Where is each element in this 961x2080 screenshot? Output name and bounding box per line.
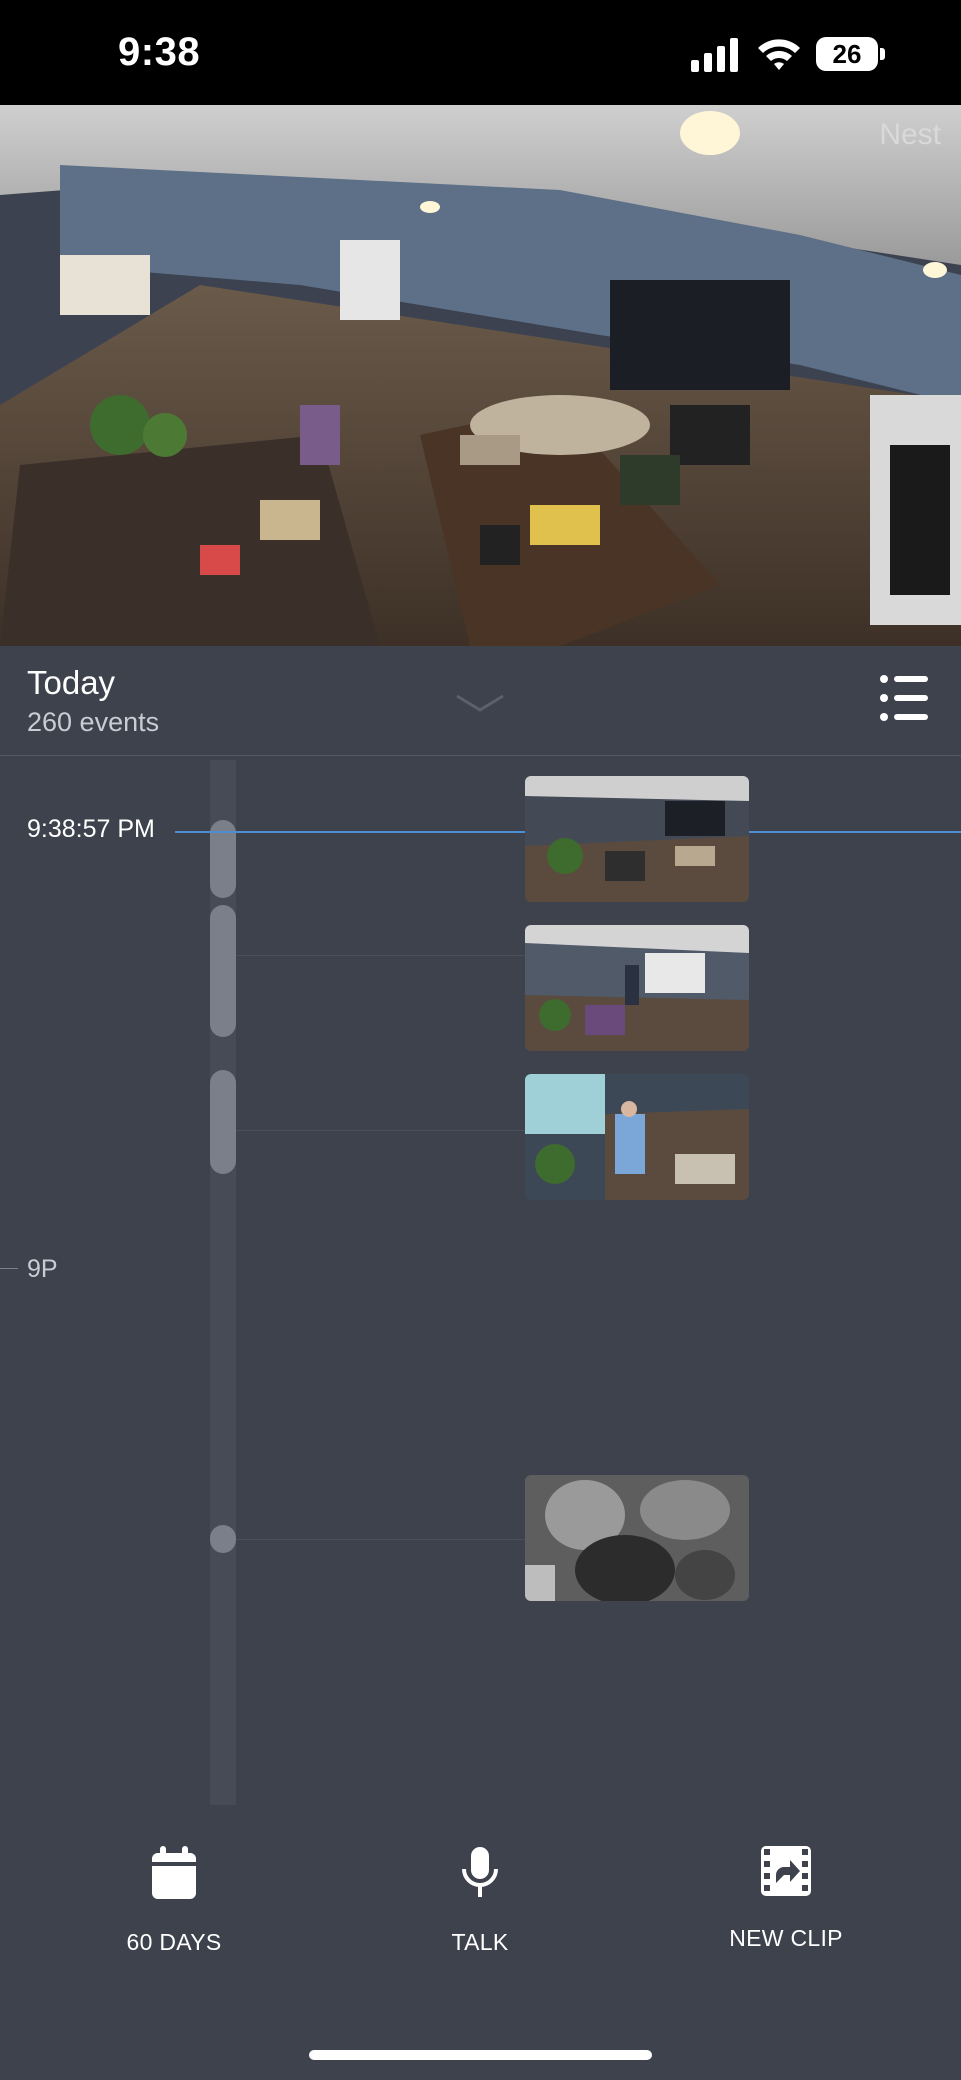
wifi-icon <box>758 39 800 70</box>
event-thumbnail[interactable] <box>525 925 749 1051</box>
live-camera-feed[interactable]: Nest <box>0 105 961 646</box>
battery-indicator: 26 <box>816 37 886 71</box>
home-indicator[interactable] <box>309 2050 652 2060</box>
new-clip-button[interactable]: NEW CLIP <box>686 1845 886 1952</box>
microphone-icon <box>462 1847 498 1897</box>
event-list-button[interactable] <box>880 673 928 723</box>
event-count: 260 events <box>27 707 160 737</box>
day-title: Today <box>27 664 116 701</box>
header-divider <box>0 755 961 756</box>
camera-image <box>0 105 961 646</box>
chevron-down-icon[interactable] <box>455 694 505 714</box>
current-time-label: 9:38:57 PM <box>27 815 155 843</box>
talk-button-label: TALK <box>451 1929 509 1955</box>
battery-level: 26 <box>816 37 878 71</box>
calendar-icon <box>152 1846 196 1899</box>
event-thumbnail[interactable] <box>525 1475 749 1601</box>
status-bar: 9:38 26 <box>0 0 961 105</box>
event-marker[interactable] <box>210 905 236 1037</box>
status-time: 9:38 <box>118 30 201 74</box>
event-thumbnail[interactable] <box>525 1074 749 1200</box>
event-marker[interactable] <box>210 1070 236 1174</box>
cellular-signal-icon <box>691 38 738 72</box>
event-thumbnail[interactable] <box>525 776 749 902</box>
clip-icon <box>761 1846 811 1896</box>
history-button[interactable]: 60 DAYS <box>74 1845 274 1956</box>
new-clip-button-label: NEW CLIP <box>729 1925 843 1951</box>
hour-label: 9P <box>27 1255 58 1283</box>
event-marker[interactable] <box>210 1525 236 1553</box>
talk-button[interactable]: TALK <box>380 1845 580 1956</box>
nest-watermark: Nest <box>879 118 941 151</box>
history-button-label: 60 DAYS <box>126 1929 222 1955</box>
